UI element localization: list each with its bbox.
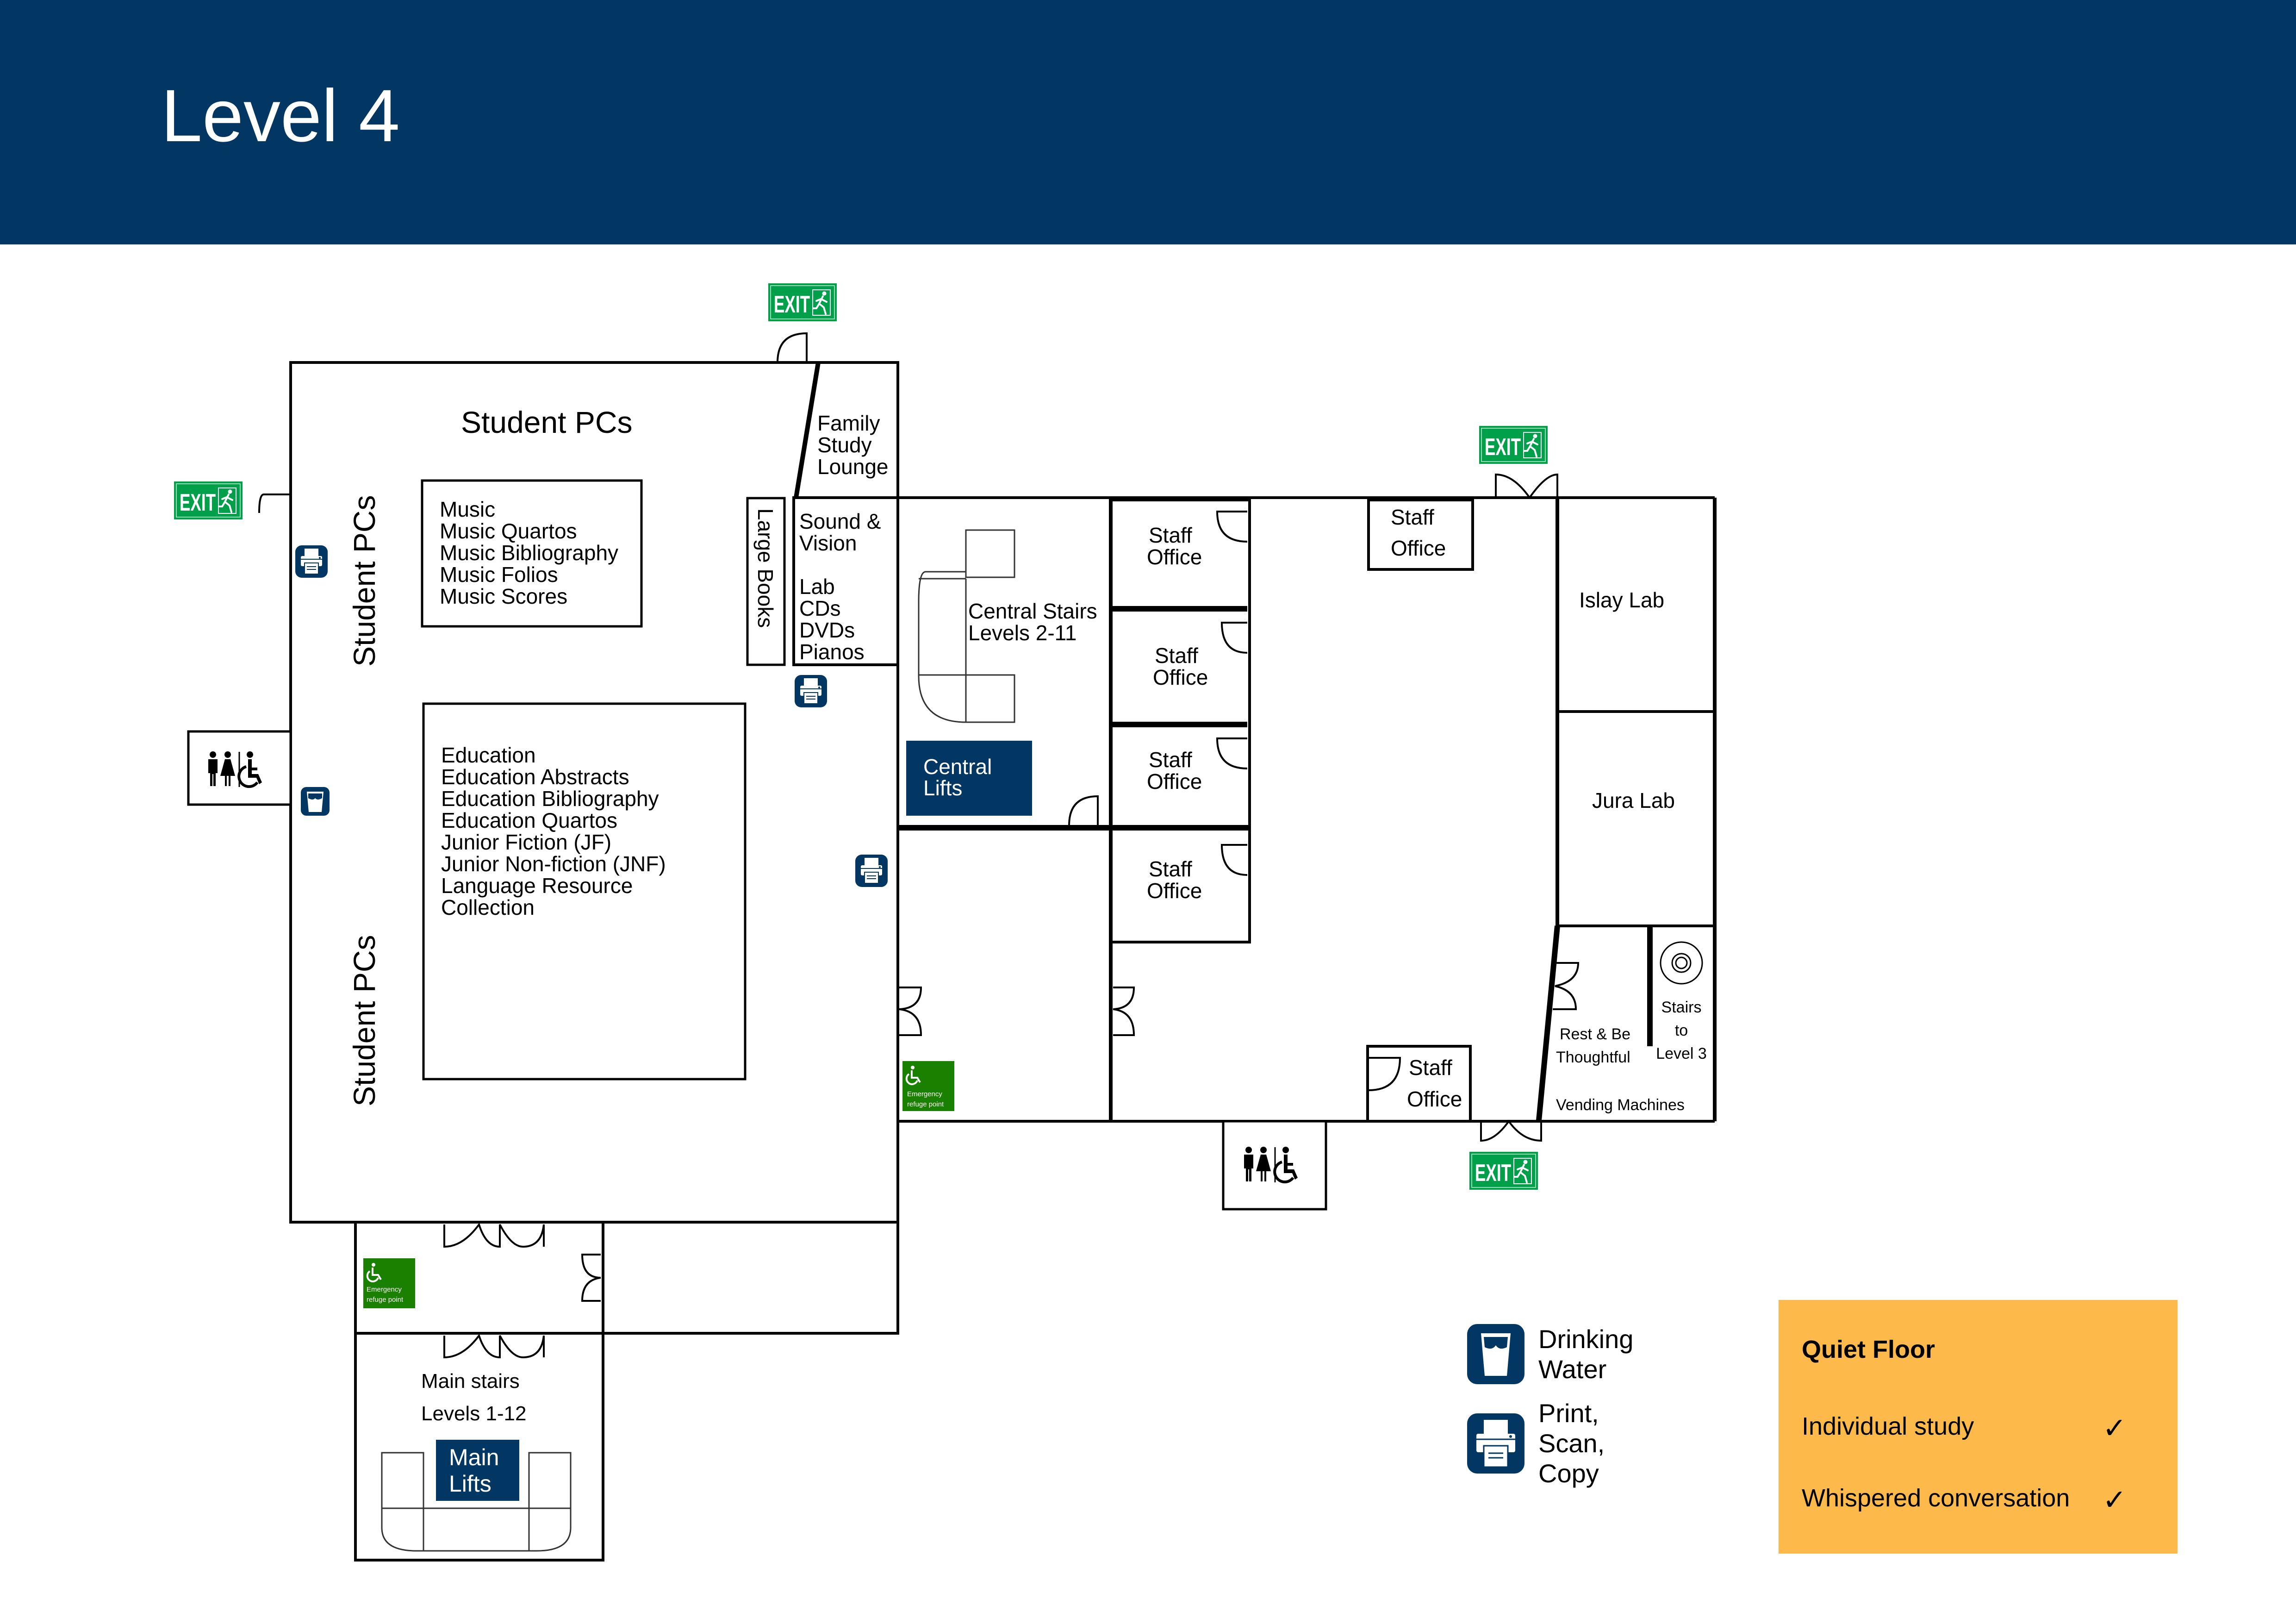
svg-text:Thoughtful: Thoughtful <box>1556 1049 1630 1066</box>
jura-lab-label: Jura Lab <box>1592 788 1675 812</box>
svg-text:Staff: Staff <box>1149 748 1192 772</box>
svg-text:Family: Family <box>817 411 880 435</box>
legend-item-drinking-water: Drinking Water <box>1467 1324 1633 1384</box>
central-stairs-label: Central Stairs Levels 2-11 <box>968 599 1097 645</box>
rest-be-thoughtful-label: Rest & Be Thoughtful <box>1556 1025 1630 1066</box>
svg-text:Levels 1-12: Levels 1-12 <box>421 1402 526 1425</box>
legend-label: Drinking Water <box>1538 1324 1634 1384</box>
svg-text:Junior Fiction (JF): Junior Fiction (JF) <box>441 830 611 854</box>
svg-text:Sound &: Sound & <box>799 509 881 533</box>
svg-text:Lifts: Lifts <box>449 1471 492 1497</box>
printer-icon <box>295 545 328 578</box>
label-student-pcs-left-lower: Student PCs <box>347 935 381 1106</box>
exit-sign-northeast <box>1478 425 1549 465</box>
svg-text:Central: Central <box>923 755 992 779</box>
svg-text:DVDs: DVDs <box>799 618 855 642</box>
svg-text:Office: Office <box>1153 665 1208 689</box>
svg-text:Music Quartos: Music Quartos <box>440 519 577 543</box>
svg-text:Collection: Collection <box>441 895 535 919</box>
svg-text:refuge point: refuge point <box>367 1296 404 1304</box>
svg-text:Lounge: Lounge <box>817 455 889 479</box>
svg-text:Main: Main <box>449 1444 499 1470</box>
vending-machines-label: Vending Machines <box>1556 1096 1685 1114</box>
drinking-water-icon <box>1467 1324 1524 1384</box>
svg-text:Staff: Staff <box>1409 1056 1452 1080</box>
svg-text:Language Resource: Language Resource <box>441 874 633 898</box>
svg-text:CDs: CDs <box>799 596 840 620</box>
printer-icon <box>794 675 828 708</box>
svg-text:Education Abstracts: Education Abstracts <box>441 765 629 789</box>
label-student-pcs-top: Student PCs <box>461 405 633 439</box>
svg-text:Lab: Lab <box>799 575 835 599</box>
check-icon: ✓ <box>2103 1484 2127 1516</box>
svg-text:Office: Office <box>1147 879 1202 903</box>
quiet-floor-panel: Quiet Floor Individual study ✓ Whispered… <box>1779 1300 2178 1554</box>
svg-text:Staff: Staff <box>1391 505 1434 529</box>
sound-vision-label: Sound & Vision Lab CDs DVDs Pianos <box>799 509 881 664</box>
stairs-to-level3-label: Stairs to Level 3 <box>1656 999 1707 1062</box>
quiet-floor-title: Quiet Floor <box>1802 1336 1935 1363</box>
svg-text:Stairs: Stairs <box>1661 999 1702 1016</box>
svg-text:Junior Non-fiction (JNF): Junior Non-fiction (JNF) <box>441 852 666 876</box>
svg-text:Rest & Be: Rest & Be <box>1560 1025 1630 1043</box>
main-stairs-label: Main stairs Levels 1-12 <box>421 1370 526 1425</box>
svg-text:Education Bibliography: Education Bibliography <box>441 787 659 811</box>
svg-text:refuge point: refuge point <box>907 1100 944 1108</box>
svg-text:Emergency: Emergency <box>907 1090 942 1098</box>
svg-text:Staff: Staff <box>1149 857 1192 881</box>
legend-item-print-scan-copy: Print, Scan, Copy <box>1467 1398 1605 1488</box>
svg-text:Music Scores: Music Scores <box>440 584 567 608</box>
svg-text:Office: Office <box>1391 536 1446 560</box>
svg-text:Office: Office <box>1147 545 1202 569</box>
svg-text:Vision: Vision <box>799 531 857 555</box>
family-study-lounge-label: Family Study Lounge <box>817 411 889 479</box>
svg-text:Pianos: Pianos <box>799 640 865 664</box>
svg-text:Staff: Staff <box>1149 523 1192 547</box>
svg-text:Office: Office <box>1407 1087 1462 1111</box>
quiet-rule-label: Whispered conversation <box>1802 1484 2070 1512</box>
svg-text:to: to <box>1675 1022 1688 1039</box>
svg-text:Main stairs: Main stairs <box>421 1370 520 1393</box>
svg-text:Education: Education <box>441 743 536 767</box>
printer-icon <box>1467 1413 1524 1474</box>
education-collection-list: Education Education Abstracts Education … <box>441 743 666 919</box>
svg-text:Music Bibliography: Music Bibliography <box>440 541 618 565</box>
spiral-stairs-icon <box>1660 941 1703 985</box>
check-icon: ✓ <box>2103 1412 2127 1444</box>
label-student-pcs-left-upper: Student PCs <box>347 495 381 667</box>
islay-lab-label: Islay Lab <box>1579 588 1664 612</box>
svg-text:Music Folios: Music Folios <box>440 562 558 587</box>
quiet-rule-label: Individual study <box>1802 1412 1974 1440</box>
exit-sign-west <box>173 481 243 520</box>
svg-text:Office: Office <box>1147 769 1202 793</box>
svg-text:Emergency: Emergency <box>367 1286 402 1293</box>
music-collection-list: Music Music Quartos Music Bibliography M… <box>440 497 618 608</box>
drinking-water-icon <box>301 787 330 816</box>
svg-text:Education Quartos: Education Quartos <box>441 808 617 832</box>
exit-sign-southeast <box>1468 1151 1539 1191</box>
svg-text:Lifts: Lifts <box>923 776 962 800</box>
svg-text:Study: Study <box>817 433 872 457</box>
svg-text:Levels 2-11: Levels 2-11 <box>968 621 1076 645</box>
svg-text:Level 3: Level 3 <box>1656 1045 1707 1062</box>
staff-office-labels: StaffOffice StaffOffice StaffOffice Staf… <box>1147 505 1462 1111</box>
family-lounge-wall <box>794 362 821 498</box>
svg-text:Central Stairs: Central Stairs <box>968 599 1097 623</box>
large-books-label: Large Books <box>753 508 778 628</box>
printer-icon <box>855 854 888 887</box>
exit-sign-north <box>767 282 838 322</box>
legend-label: Print, Scan, Copy <box>1538 1399 1605 1488</box>
svg-text:Staff: Staff <box>1155 643 1198 668</box>
svg-text:Music: Music <box>440 497 495 521</box>
